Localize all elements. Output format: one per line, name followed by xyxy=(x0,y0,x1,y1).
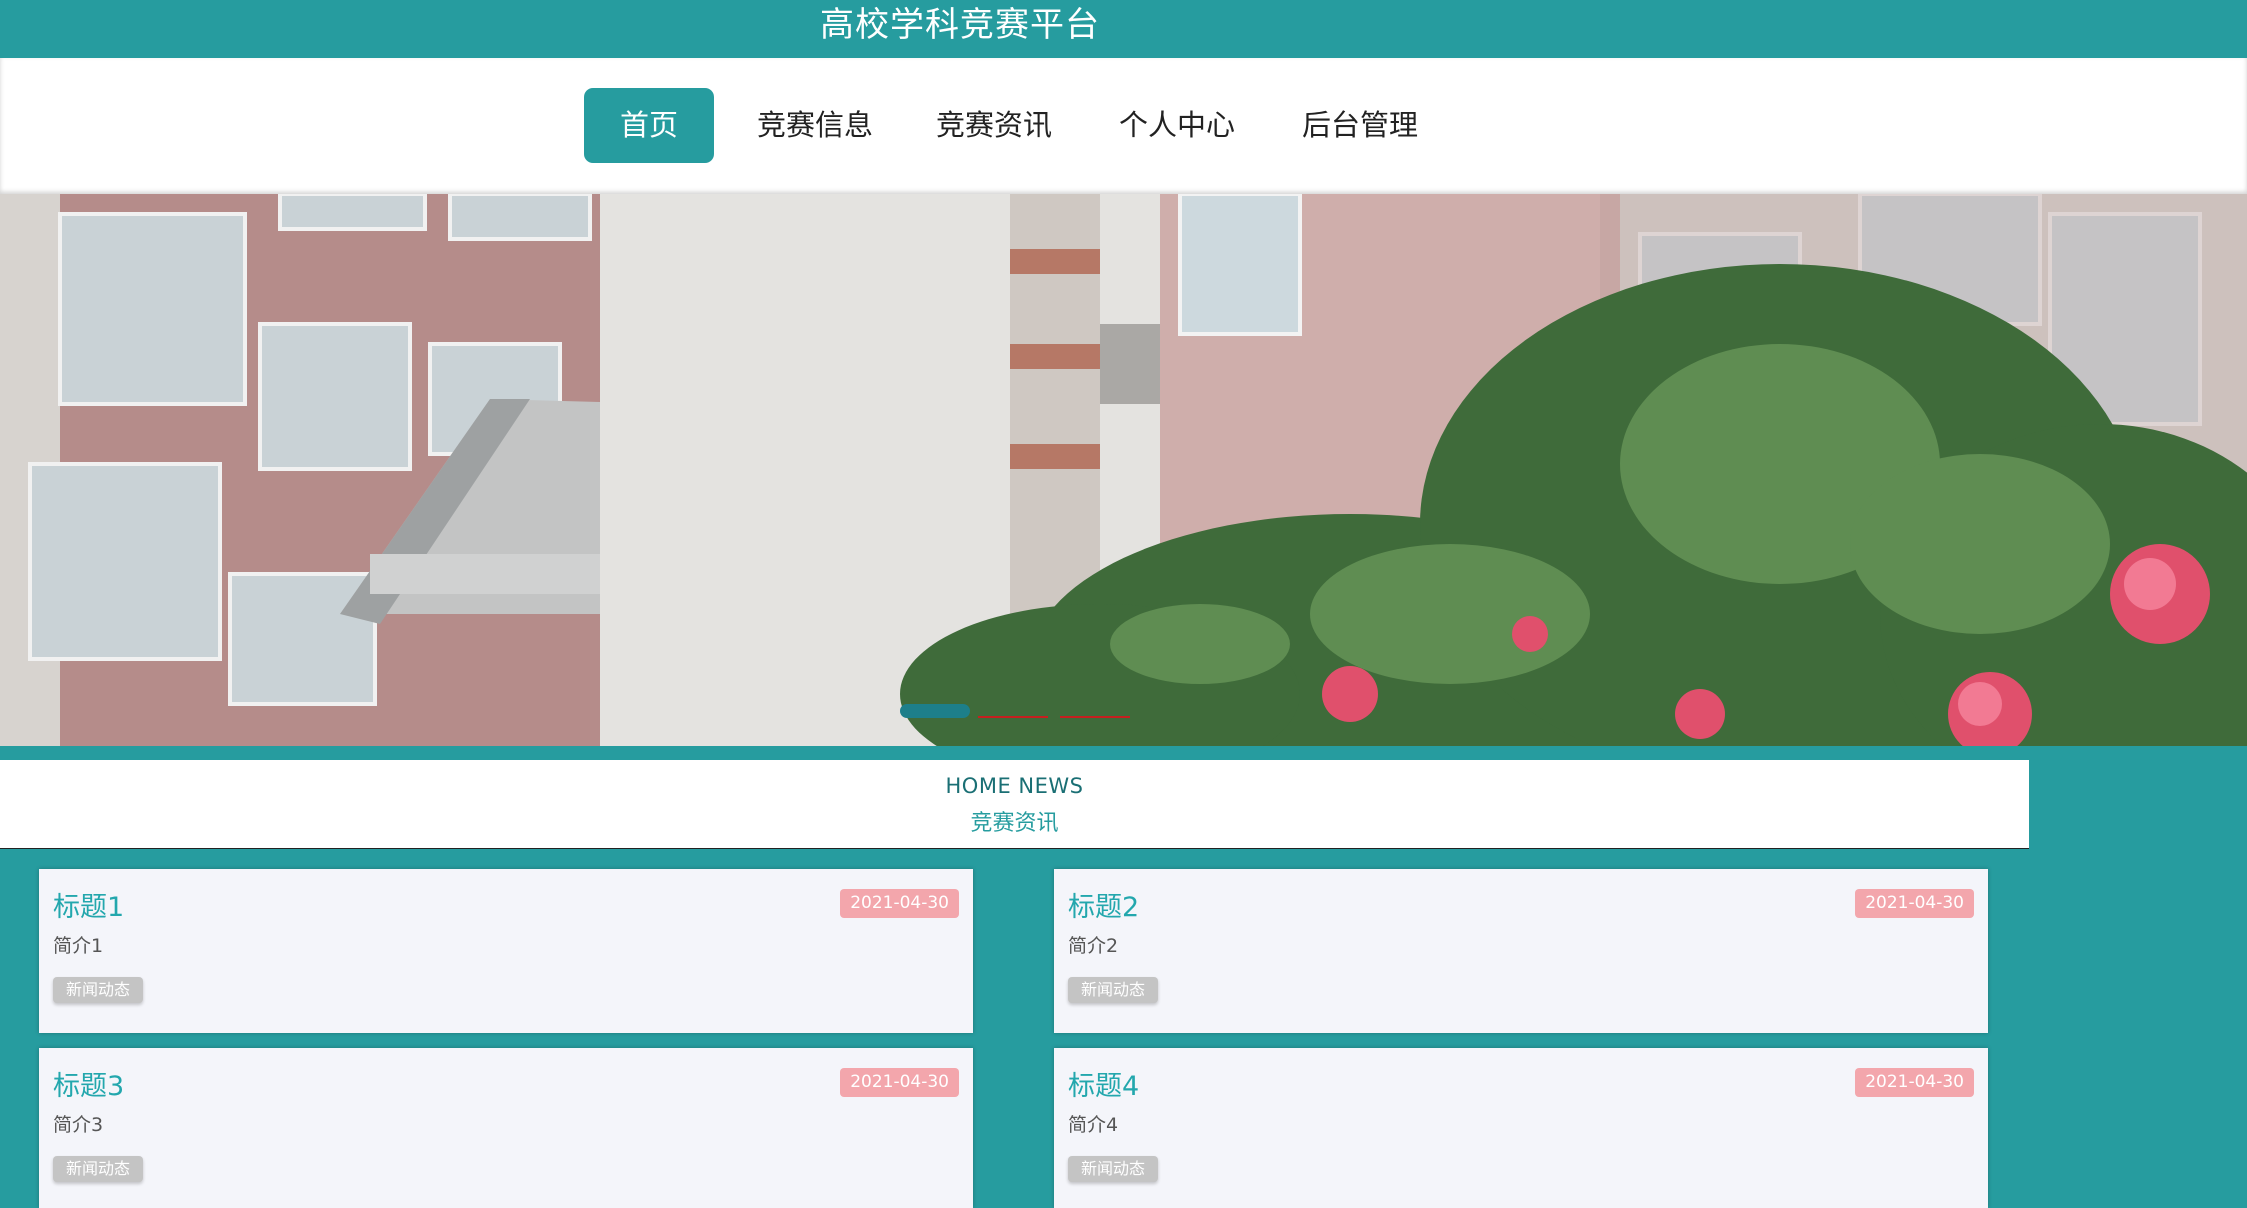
news-card-title[interactable]: 标题1 xyxy=(53,885,124,924)
news-card[interactable]: 标题1 2021-04-30 简介1 新闻动态 xyxy=(39,869,973,1033)
top-header-bar: 高校学科竞赛平台 xyxy=(0,0,2247,58)
news-card-date-badge: 2021-04-30 xyxy=(840,1068,959,1097)
nav-item-personal-center[interactable]: 个人中心 xyxy=(1102,88,1252,163)
news-card-intro: 简介1 xyxy=(53,935,104,957)
nav-item-admin[interactable]: 后台管理 xyxy=(1285,88,1435,163)
news-card-date-badge: 2021-04-30 xyxy=(1855,1068,1974,1097)
nav-item-competition-info[interactable]: 竞赛信息 xyxy=(740,88,890,163)
news-card[interactable]: 标题3 2021-04-30 简介3 新闻动态 xyxy=(39,1048,973,1208)
carousel-indicators xyxy=(0,194,2247,746)
news-section-header: HOME NEWS 竞赛资讯 xyxy=(0,760,2029,849)
section-title-en: HOME NEWS xyxy=(945,774,1084,798)
news-card-title[interactable]: 标题2 xyxy=(1068,885,1139,924)
site-title: 高校学科竞赛平台 xyxy=(820,5,1100,45)
carousel-indicator[interactable] xyxy=(1060,716,1130,718)
news-card-tag: 新闻动态 xyxy=(53,977,144,1003)
banner-carousel[interactable] xyxy=(0,194,2247,746)
nav-item-competition-news[interactable]: 竞赛资讯 xyxy=(919,88,1069,163)
news-card-tag: 新闻动态 xyxy=(1068,1156,1159,1182)
nav-item-home[interactable]: 首页 xyxy=(584,88,714,163)
news-card-intro: 简介3 xyxy=(53,1114,104,1136)
news-card-intro: 简介2 xyxy=(1068,935,1119,957)
news-card-tag: 新闻动态 xyxy=(1068,977,1159,1003)
main-nav: 首页 竞赛信息 竞赛资讯 个人中心 后台管理 xyxy=(0,58,2247,194)
news-card-tag: 新闻动态 xyxy=(53,1156,144,1182)
news-card-title[interactable]: 标题4 xyxy=(1068,1064,1139,1103)
news-card-intro: 简介4 xyxy=(1068,1114,1119,1136)
news-card-date-badge: 2021-04-30 xyxy=(1855,889,1974,918)
section-title-zh: 竞赛资讯 xyxy=(970,811,1059,836)
carousel-indicator-active[interactable] xyxy=(900,704,970,718)
news-card[interactable]: 标题4 2021-04-30 简介4 新闻动态 xyxy=(1054,1048,1988,1208)
news-card-date-badge: 2021-04-30 xyxy=(840,889,959,918)
carousel-indicator[interactable] xyxy=(978,716,1048,718)
news-card[interactable]: 标题2 2021-04-30 简介2 新闻动态 xyxy=(1054,869,1988,1033)
news-card-title[interactable]: 标题3 xyxy=(53,1064,124,1103)
